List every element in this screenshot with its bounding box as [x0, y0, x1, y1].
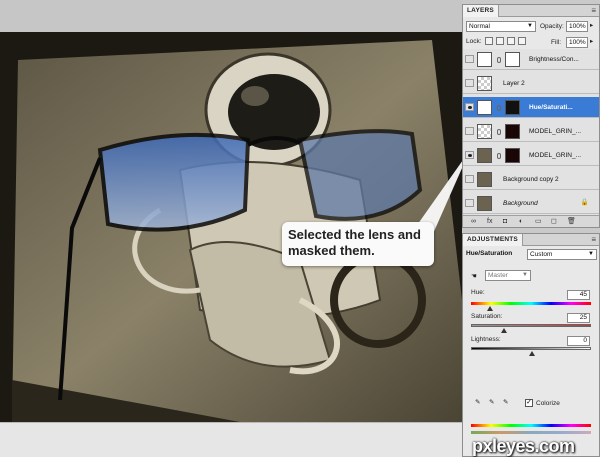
- left-lens: [97, 132, 251, 232]
- callout-text: Selected the lens and masked them.: [288, 227, 421, 258]
- visibility-icon[interactable]: [465, 199, 474, 207]
- saturation-input[interactable]: 25: [567, 313, 590, 323]
- lock-label: Lock:: [466, 38, 482, 45]
- opacity-label: Opacity:: [540, 23, 564, 30]
- layer-mask-thumbnail[interactable]: [505, 124, 520, 139]
- new-adjustment-icon[interactable]: ◐: [519, 218, 523, 226]
- saturation-label: Saturation:: [471, 313, 503, 320]
- layer-name: Background copy 2: [503, 176, 559, 183]
- status-strip: [0, 422, 466, 457]
- lock-position-icon[interactable]: [507, 37, 515, 45]
- color-bar-top: [471, 424, 591, 427]
- visibility-icon[interactable]: [465, 127, 474, 135]
- hue-input[interactable]: 45: [567, 290, 590, 300]
- layer-name: Brightness/Con...: [529, 56, 579, 63]
- colorize-checkbox[interactable]: ✓: [525, 399, 533, 407]
- edited-photo: [12, 40, 462, 422]
- layer-name: Layer 2: [503, 80, 525, 87]
- panel-menu-icon[interactable]: ≡: [591, 6, 596, 16]
- tab-layers[interactable]: LAYERS: [463, 5, 499, 17]
- link-icon: [497, 57, 501, 63]
- channel-select[interactable]: Master ▼: [485, 270, 531, 281]
- layer-row[interactable]: Layer 2: [463, 73, 599, 94]
- tab-adjustments[interactable]: ADJUSTMENTS: [463, 234, 523, 246]
- link-icon: [497, 153, 501, 159]
- color-bar-bottom: [471, 431, 591, 434]
- adjustment-icon: [477, 52, 492, 67]
- layer-thumbnail[interactable]: [477, 124, 492, 139]
- adjustment-title: Hue/Saturation: [466, 250, 513, 257]
- new-group-icon[interactable]: ▭: [535, 218, 542, 226]
- layer-row[interactable]: Background copy 2: [463, 169, 599, 190]
- visibility-icon[interactable]: [465, 175, 474, 183]
- layer-thumbnail[interactable]: [477, 196, 492, 211]
- layer-row-selected[interactable]: Hue/Saturati...: [463, 97, 599, 118]
- eyedropper-plus-icon[interactable]: ✎: [489, 398, 494, 407]
- link-layers-icon[interactable]: ∞: [471, 218, 476, 226]
- layer-thumbnail[interactable]: [477, 148, 492, 163]
- right-lens: [297, 129, 423, 221]
- fill-arrow-icon[interactable]: ▸: [590, 37, 593, 46]
- layer-mask-thumbnail[interactable]: [505, 52, 520, 67]
- adjustments-panel-header: ADJUSTMENTS ≡: [463, 234, 599, 246]
- new-layer-icon[interactable]: ◻: [551, 218, 557, 226]
- lock-all-icon[interactable]: [518, 37, 526, 45]
- fill-input[interactable]: 100%: [566, 37, 588, 48]
- hue-slider-track[interactable]: [471, 302, 591, 305]
- watermark-logo: pxleyes.com: [472, 436, 575, 456]
- fill-label: Fill:: [551, 39, 562, 46]
- lock-transparency-icon[interactable]: [485, 37, 493, 45]
- layer-row[interactable]: Background 🔒: [463, 193, 599, 214]
- lightness-input[interactable]: 0: [567, 336, 590, 346]
- layer-row[interactable]: Brightness/Con...: [463, 49, 599, 70]
- link-icon: [497, 105, 501, 111]
- layer-mask-thumbnail[interactable]: [505, 148, 520, 163]
- visibility-icon[interactable]: [465, 151, 474, 159]
- lock-image-icon[interactable]: [496, 37, 504, 45]
- layer-row[interactable]: MODEL_GRIN_...: [463, 121, 599, 142]
- eyedropper-minus-icon[interactable]: ✎: [503, 398, 508, 407]
- saturation-slider-knob[interactable]: [501, 328, 507, 333]
- panel-menu-icon[interactable]: ≡: [591, 235, 596, 245]
- layers-panel-header: LAYERS ≡: [463, 5, 599, 17]
- layer-list: Brightness/Con... Layer 2 Hue/Saturati..…: [463, 49, 599, 217]
- colorize-label: Colorize: [536, 400, 560, 407]
- link-icon: [497, 129, 501, 135]
- hue-label: Hue:: [471, 289, 485, 296]
- saturation-slider-track[interactable]: [471, 324, 591, 327]
- layer-thumbnail[interactable]: [477, 76, 492, 91]
- layer-name: Hue/Saturati...: [529, 104, 573, 111]
- blend-mode-select[interactable]: Normal ▼: [466, 21, 536, 32]
- opacity-arrow-icon[interactable]: ▸: [590, 21, 593, 30]
- layers-footer-toolbar: ∞ fx ◘ ◐ ▭ ◻ 🗑: [463, 215, 599, 227]
- annotation-callout: Selected the lens and masked them.: [282, 222, 434, 266]
- layers-panel: LAYERS ≡ Normal ▼ Opacity: 100% ▸ Lock: F…: [462, 4, 600, 228]
- lightness-slider-track[interactable]: [471, 347, 591, 350]
- layer-mask-thumbnail[interactable]: [505, 100, 520, 115]
- hue-slider-knob[interactable]: [487, 306, 493, 311]
- lightness-slider-knob[interactable]: [529, 351, 535, 356]
- layer-name: MODEL_GRIN_...: [529, 152, 582, 159]
- visibility-icon[interactable]: [465, 103, 474, 111]
- target-adjust-icon[interactable]: ☚: [471, 272, 477, 281]
- add-mask-icon[interactable]: ◘: [503, 218, 507, 226]
- delete-layer-icon[interactable]: 🗑: [567, 218, 576, 226]
- preset-select[interactable]: Custom ▼: [527, 249, 597, 260]
- layer-name: Background: [503, 200, 538, 207]
- visibility-icon[interactable]: [465, 79, 474, 87]
- layer-name: MODEL_GRIN_...: [529, 128, 582, 135]
- document-canvas[interactable]: [0, 0, 462, 422]
- layer-style-icon[interactable]: fx: [487, 218, 492, 226]
- adjustments-panel: ADJUSTMENTS ≡ Hue/Saturation Custom ▼ ☚ M…: [462, 233, 600, 457]
- opacity-input[interactable]: 100%: [566, 21, 588, 32]
- adjustment-icon: [477, 100, 492, 115]
- layer-row[interactable]: MODEL_GRIN_...: [463, 145, 599, 166]
- layer-thumbnail[interactable]: [477, 172, 492, 187]
- lock-icon: 🔒: [580, 199, 589, 206]
- visibility-icon[interactable]: [465, 55, 474, 63]
- lightness-label: Lightness:: [471, 336, 501, 343]
- eyedropper-icon[interactable]: ✎: [475, 398, 480, 407]
